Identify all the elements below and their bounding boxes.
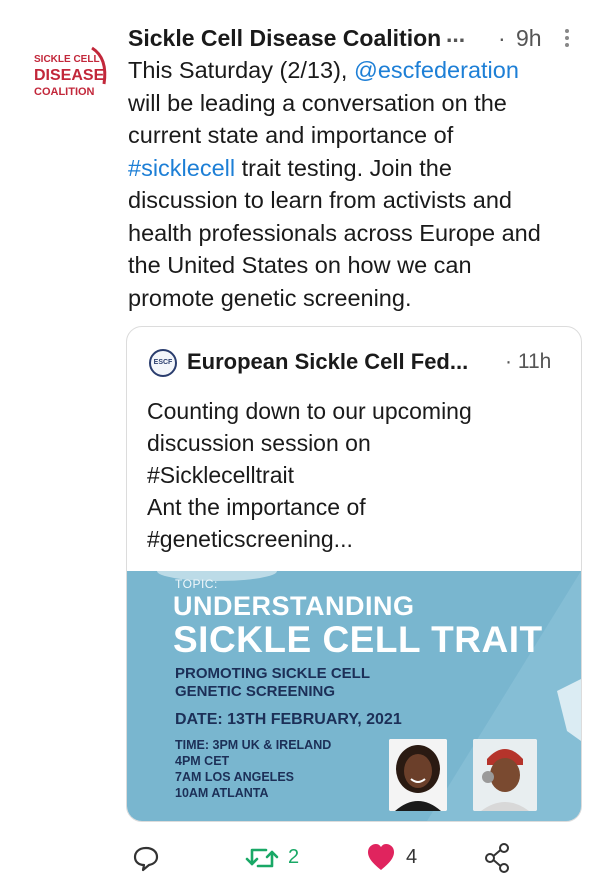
mention-link[interactable]: @escfederation <box>354 57 519 83</box>
speaker-photo-woman <box>389 739 447 811</box>
event-banner-image[interactable]: TOPIC: UNDERSTANDING SICKLE CELL TRAIT P… <box>127 571 581 821</box>
quoted-line: Ant the importance of <box>147 494 366 520</box>
tweet-text-segment: This Saturday (2/13), <box>128 57 354 83</box>
share-icon[interactable] <box>484 840 512 876</box>
logo-line-3: COALITION <box>34 86 95 98</box>
logo-line-1: SICKLE CELL <box>34 54 100 65</box>
tweet-text: This Saturday (2/13), @escfederation wil… <box>128 54 578 314</box>
tweet-line: discussion to learn from activists and <box>128 187 512 213</box>
retweet-icon[interactable] <box>244 840 280 876</box>
hashtag-link[interactable]: #sicklecell <box>128 155 235 181</box>
tweet-line: current state and importance of <box>128 122 454 148</box>
time-separator: · <box>505 350 512 373</box>
tweet-line: will be leading a conversation on the <box>128 89 507 116</box>
tweet-line: health professionals across Europe and <box>128 219 541 246</box>
banner-subtitle: PROMOTING SICKLE CELL GENETIC SCREENING <box>175 665 435 701</box>
tweet-line: #sicklecell trait testing. Join the <box>128 152 578 185</box>
quoted-time[interactable]: · 11h <box>505 347 551 377</box>
author-truncation: ... <box>446 21 466 47</box>
like-count[interactable]: 4 <box>406 846 417 869</box>
quoted-line: #geneticscreening... <box>147 526 353 552</box>
quoted-time-value: 11h <box>517 350 552 373</box>
tweet-line: the United States on how we can <box>128 252 472 278</box>
banner-subtitle-line: GENETIC SCREENING <box>175 683 336 700</box>
tweet-line: promote genetic screening. <box>128 284 412 311</box>
coalition-logo-avatar[interactable]: SICKLE CELL DISEASE COALITION <box>26 40 112 110</box>
tweet-actions: 2 4 <box>0 840 600 876</box>
logo-line-2: DISEASE <box>34 67 105 84</box>
quoted-line: discussion session on <box>147 430 371 456</box>
banner-time-line: 4PM CET <box>175 754 230 768</box>
quoted-text: Counting down to our upcoming discussion… <box>147 395 567 555</box>
banner-heading-2: SICKLE CELL TRAIT <box>173 619 543 660</box>
tweet-line: This Saturday (2/13), @escfederation <box>128 54 578 87</box>
quoted-line: #Sicklecelltrait <box>147 462 294 488</box>
quoted-tweet[interactable]: ESCF European Sickle Cell Fed... · 11h C… <box>126 326 582 822</box>
banner-time-line: 7AM LOS ANGELES <box>175 770 294 784</box>
banner-time-line: 10AM ATLANTA <box>175 786 269 800</box>
more-vertical-icon[interactable] <box>564 28 570 48</box>
banner-times: TIME: 3PM UK & IRELAND 4PM CET 7AM LOS A… <box>175 737 331 801</box>
banner-heading-1: UNDERSTANDING <box>173 591 415 621</box>
tweet-time[interactable]: 9h <box>516 22 542 54</box>
time-separator: · <box>498 25 506 51</box>
author-name[interactable]: Sickle Cell Disease Coalition <box>128 22 441 54</box>
heart-icon[interactable] <box>366 840 396 876</box>
reply-icon[interactable] <box>132 840 160 876</box>
speaker-photo-man <box>473 739 537 811</box>
banner-topic-label: TOPIC: <box>175 577 218 591</box>
escf-logo-avatar[interactable]: ESCF <box>149 349 177 377</box>
banner-subtitle-line: PROMOTING SICKLE CELL <box>175 665 370 682</box>
quoted-author-name[interactable]: European Sickle Cell Fed... <box>187 347 468 377</box>
quoted-line: Counting down to our upcoming <box>147 398 472 424</box>
banner-date: DATE: 13TH FEBRUARY, 2021 <box>175 711 402 728</box>
banner-time-line: TIME: 3PM UK & IRELAND <box>175 738 332 752</box>
tweet-header: Sickle Cell Disease Coalition ... · 9h <box>128 21 578 54</box>
tweet-text-segment: trait testing. Join the <box>235 154 452 181</box>
tweet-card[interactable]: SICKLE CELL DISEASE COALITION Sickle Cel… <box>0 0 600 888</box>
retweet-count[interactable]: 2 <box>288 846 299 869</box>
